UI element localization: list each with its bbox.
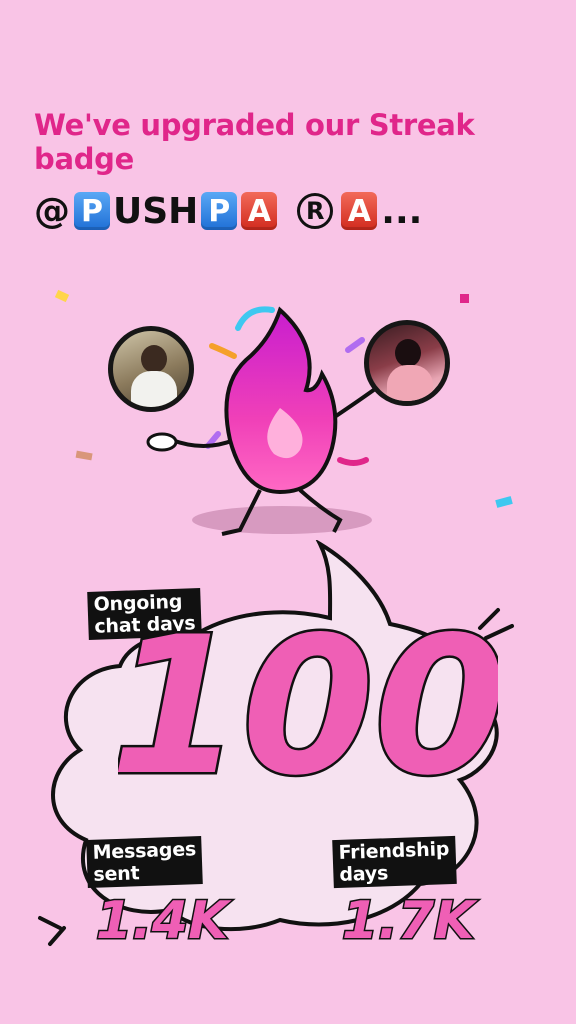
- at-sign: @: [34, 190, 70, 232]
- streak-illustration: [0, 270, 576, 550]
- registered-icon: R: [297, 193, 334, 229]
- headline: We've upgraded our Streak badge: [34, 108, 475, 176]
- messages-sent-label: Messages sent: [86, 836, 204, 888]
- chat-days-value: 100: [118, 602, 498, 812]
- chat-days-number: 100: [118, 602, 498, 812]
- username-handle[interactable]: @ P USH P A R A ...: [34, 190, 422, 232]
- letter-tile-p: P: [74, 192, 110, 230]
- avatar-friend-1[interactable]: [108, 326, 194, 412]
- letter-tile-p-2: P: [201, 192, 238, 230]
- avatar-friend-2[interactable]: [364, 320, 450, 406]
- friendship-days-value: 1.7K: [342, 890, 480, 949]
- ellipsis: ...: [381, 190, 423, 232]
- letter-tile-a-2: A: [341, 192, 378, 230]
- friendship-days-number: 1.7K: [342, 891, 478, 948]
- handle-text: USH: [113, 190, 199, 232]
- messages-sent-value: 1.4K: [96, 890, 234, 949]
- messages-sent-number: 1.4K: [96, 891, 232, 948]
- letter-tile-a: A: [241, 192, 278, 230]
- friendship-days-label: Friendship days: [332, 835, 457, 889]
